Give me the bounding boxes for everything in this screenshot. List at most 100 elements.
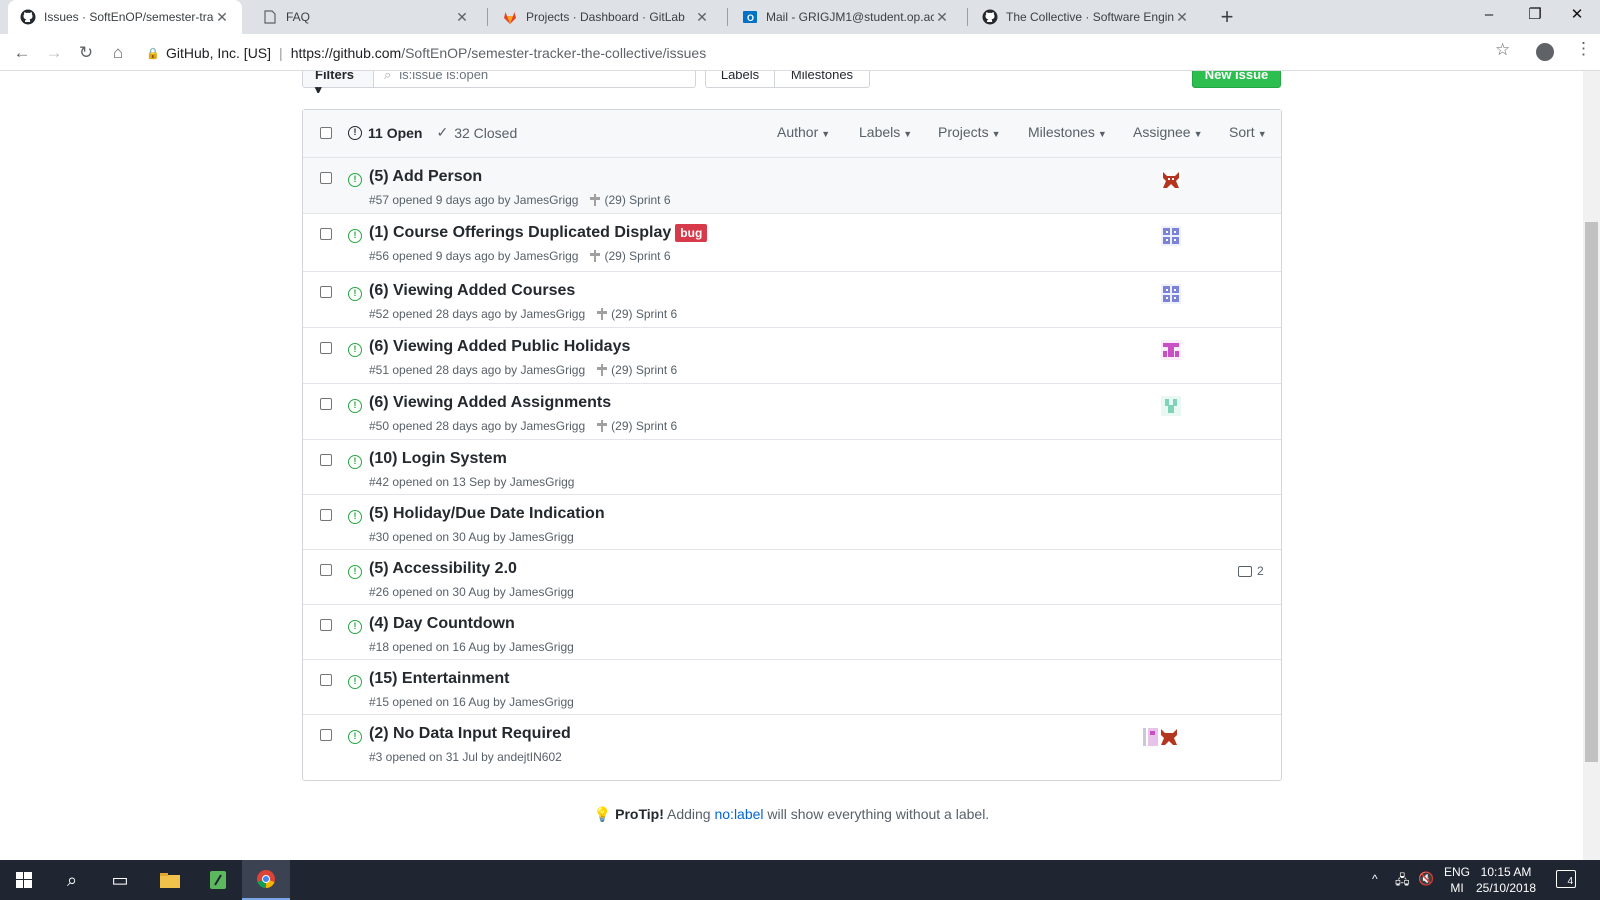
assignee-avatar[interactable]: [1161, 340, 1181, 360]
tab-issues[interactable]: Issues · SoftEnOP/semester-track ✕: [8, 0, 242, 34]
windows-start-icon[interactable]: [0, 860, 48, 900]
show-hidden-icons-icon[interactable]: ^: [1372, 872, 1378, 886]
issue-checkbox[interactable]: [320, 228, 332, 240]
assignee-filter[interactable]: Assignee ▼: [1133, 124, 1203, 140]
tab-mail[interactable]: O Mail - GRIGJM1@student.op.ac.n ✕: [730, 0, 962, 34]
home-icon[interactable]: ⌂: [105, 40, 131, 66]
new-issue-button[interactable]: New issue: [1192, 71, 1281, 88]
issue-meta: #52 opened 28 days ago by JamesGrigg (29)…: [369, 307, 677, 321]
issue-checkbox[interactable]: [320, 674, 332, 686]
issue-checkbox[interactable]: [320, 398, 332, 410]
app-green-icon[interactable]: [194, 860, 242, 900]
milestone-link[interactable]: (29) Sprint 6: [590, 193, 671, 207]
issue-title-link[interactable]: (10) Login System: [369, 450, 507, 468]
minimize-button[interactable]: –: [1466, 0, 1512, 30]
search-input[interactable]: ⌕ is:issue is:open: [374, 71, 696, 88]
tab-close-icon[interactable]: ✕: [934, 9, 950, 26]
issue-checkbox[interactable]: [320, 729, 332, 741]
action-center-icon[interactable]: 4: [1556, 870, 1576, 888]
issue-checkbox[interactable]: [320, 509, 332, 521]
assignee-avatar[interactable]: [1161, 284, 1181, 304]
menu-kebab-icon[interactable]: ⋮: [1575, 39, 1592, 59]
tab-close-icon[interactable]: ✕: [454, 9, 470, 26]
issue-checkbox[interactable]: [320, 564, 332, 576]
forward-icon[interactable]: →: [41, 40, 67, 66]
milestone-link[interactable]: (29) Sprint 6: [597, 419, 677, 433]
open-issues-link[interactable]: ! 11 Open: [348, 125, 422, 141]
profile-avatar-icon[interactable]: [1536, 43, 1554, 61]
tab-close-icon[interactable]: ✕: [1174, 9, 1190, 26]
milestones-button[interactable]: Milestones: [774, 71, 870, 88]
issue-title-link[interactable]: (6) Viewing Added Public Holidays: [369, 338, 630, 356]
filters-button[interactable]: Filters ▾: [302, 71, 374, 93]
speaker-muted-icon[interactable]: 🔇: [1418, 871, 1434, 887]
sort-filter[interactable]: Sort ▼: [1229, 124, 1267, 140]
issue-opened-icon: !: [348, 730, 362, 744]
tab-faq[interactable]: FAQ ✕: [250, 0, 482, 34]
assignee-avatar[interactable]: [1141, 727, 1181, 747]
issue-checkbox[interactable]: [320, 454, 332, 466]
issue-meta-text: #52 opened 28 days ago by JamesGrigg: [369, 307, 586, 321]
issue-title-link[interactable]: (15) Entertainment: [369, 670, 509, 688]
milestones-filter[interactable]: Milestones ▼: [1028, 124, 1107, 140]
issue-checkbox[interactable]: [320, 172, 332, 184]
issue-title-link[interactable]: (5) Accessibility 2.0: [369, 560, 517, 578]
back-icon[interactable]: ←: [9, 40, 35, 66]
issue-title-link[interactable]: (2) No Data Input Required: [369, 725, 571, 743]
milestone-link[interactable]: (29) Sprint 6: [590, 249, 671, 263]
issue-title-link[interactable]: (5) Add Person: [369, 168, 482, 186]
restore-button[interactable]: ❐: [1512, 0, 1558, 30]
labels-button[interactable]: Labels: [705, 71, 775, 88]
reload-icon[interactable]: ↻: [73, 40, 99, 66]
assignee-avatar[interactable]: [1161, 170, 1181, 190]
close-window-button[interactable]: ✕: [1554, 0, 1600, 30]
assignee-avatar[interactable]: [1161, 396, 1181, 416]
author-filter[interactable]: Author ▼: [777, 124, 830, 140]
bug-label[interactable]: bug: [675, 224, 708, 242]
issues-list-box: ! 11 Open ✓ 32 Closed Author ▼ Labels ▼ Proj…: [302, 109, 1282, 781]
comments-link[interactable]: 2: [1238, 564, 1264, 578]
task-view-icon[interactable]: ▭: [96, 860, 144, 900]
labels-filter[interactable]: Labels ▼: [859, 124, 912, 140]
milestone-link[interactable]: (29) Sprint 6: [597, 307, 677, 321]
tab-gitlab[interactable]: Projects · Dashboard · GitLab ✕: [490, 0, 722, 34]
clock[interactable]: 10:15 AM 25/10/2018: [1476, 864, 1536, 896]
issue-checkbox[interactable]: [320, 342, 332, 354]
assignee-avatar[interactable]: [1161, 226, 1181, 246]
address-bar[interactable]: 🔒 GitHub, Inc. [US] | https://github.com…: [146, 39, 1476, 67]
tab-collective[interactable]: The Collective · Software Enginee ✕: [970, 0, 1202, 34]
projects-filter[interactable]: Projects ▼: [938, 124, 1001, 140]
protip-no-label-link[interactable]: no:label: [714, 806, 763, 822]
labels-filter-label: Labels: [859, 124, 901, 140]
tab-title: Issues · SoftEnOP/semester-track: [44, 10, 214, 24]
issue-meta: #18 opened on 16 Aug by JamesGrigg: [369, 640, 574, 654]
network-icon[interactable]: 🖧: [1395, 871, 1410, 893]
tab-close-icon[interactable]: ✕: [214, 9, 230, 26]
issue-title-link[interactable]: (6) Viewing Added Courses: [369, 282, 575, 300]
assignee-filter-label: Assignee: [1133, 124, 1191, 140]
issue-row: ! (6) Viewing Added Courses #52 opened 28 …: [303, 272, 1281, 328]
issue-opened-icon: !: [348, 455, 362, 469]
new-tab-button[interactable]: +: [1214, 4, 1240, 30]
scrollbar-thumb[interactable]: [1585, 222, 1598, 762]
issue-checkbox[interactable]: [320, 619, 332, 631]
browser-tab-strip: Issues · SoftEnOP/semester-track ✕ FAQ ✕…: [0, 0, 1600, 34]
issue-title-link[interactable]: (4) Day Countdown: [369, 615, 515, 633]
issue-checkbox[interactable]: [320, 286, 332, 298]
sort-filter-label: Sort: [1229, 124, 1255, 140]
milestone-label: (29) Sprint 6: [604, 193, 671, 207]
search-icon[interactable]: ⌕: [48, 860, 96, 900]
milestone-link[interactable]: (29) Sprint 6: [597, 363, 677, 377]
tab-close-icon[interactable]: ✕: [694, 9, 710, 26]
chrome-icon[interactable]: [242, 860, 290, 900]
issue-row: ! (1) Course Offerings Duplicated Display…: [303, 214, 1281, 272]
issue-title-link[interactable]: (1) Course Offerings Duplicated Display: [369, 224, 671, 242]
select-all-checkbox[interactable]: [320, 127, 332, 139]
language-indicator[interactable]: ENG MI: [1444, 864, 1470, 896]
issue-title-link[interactable]: (5) Holiday/Due Date Indication: [369, 505, 605, 523]
issue-title-link[interactable]: (6) Viewing Added Assignments: [369, 394, 611, 412]
file-explorer-icon[interactable]: [146, 860, 194, 900]
closed-issues-link[interactable]: ✓ 32 Closed: [436, 124, 517, 141]
bookmark-star-icon[interactable]: ☆: [1495, 40, 1510, 60]
milestone-icon: [590, 194, 601, 206]
